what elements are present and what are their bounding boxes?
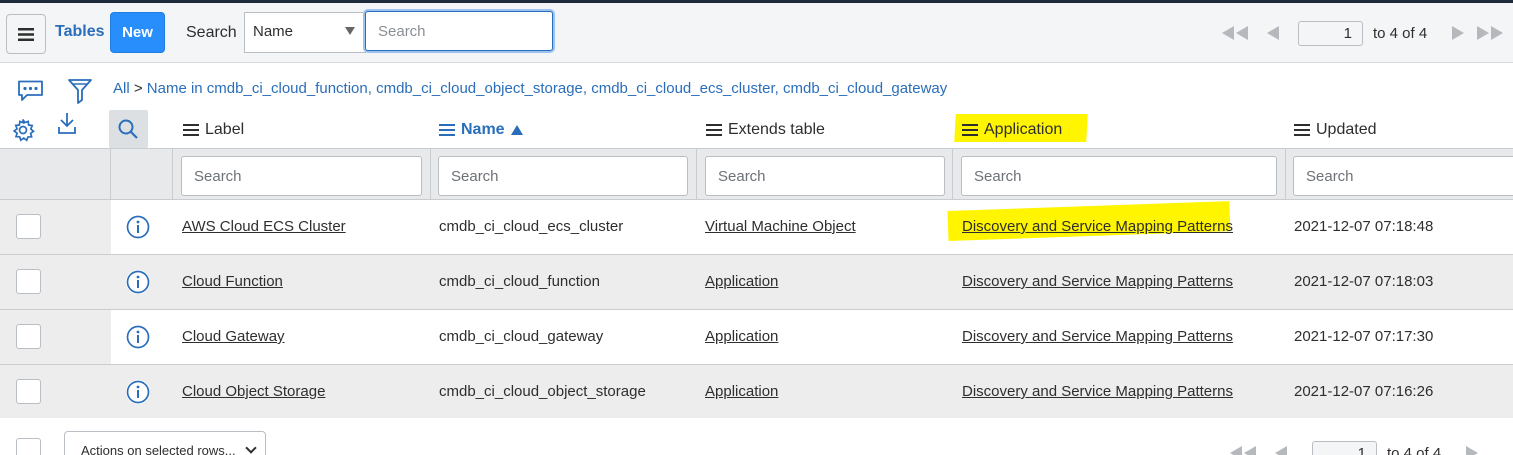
row-extends-link[interactable]: Application [705, 383, 778, 400]
row-application-link[interactable]: Discovery and Service Mapping Patterns [962, 273, 1233, 290]
column-divider [696, 149, 697, 199]
first-page-icon[interactable] [1220, 26, 1250, 40]
search-input[interactable] [365, 11, 553, 51]
column-menu-icon[interactable] [962, 124, 978, 136]
column-divider [172, 149, 173, 199]
select-all-checkbox[interactable] [16, 438, 41, 455]
row-extends-link[interactable]: Virtual Machine Object [705, 218, 856, 235]
row-application-link[interactable]: Discovery and Service Mapping Patterns [962, 383, 1233, 400]
footer-pager: 1 to 4 of 4 [1228, 440, 1479, 455]
search-field-select[interactable]: Name [244, 12, 366, 53]
filter-label-input[interactable] [181, 156, 422, 196]
search-icon [118, 119, 138, 139]
row-label-link[interactable]: Cloud Gateway [182, 328, 285, 345]
next-page-icon[interactable] [1465, 446, 1479, 455]
column-header-name-text: Name [461, 121, 505, 138]
next-page-icon[interactable] [1451, 26, 1465, 40]
column-header-application[interactable]: Application [962, 118, 1062, 142]
search-field-value: Name [253, 23, 294, 40]
column-header-name[interactable]: Name [439, 118, 523, 142]
column-header-extends[interactable]: Extends table [706, 118, 825, 142]
hamburger-icon [18, 27, 34, 41]
breadcrumb-condition[interactable]: Name in cmdb_ci_cloud_function, cmdb_ci_… [147, 80, 947, 97]
column-menu-icon[interactable] [439, 124, 455, 136]
dropdown-caret-icon [345, 27, 355, 35]
actions-select-value: Actions on selected rows... [81, 443, 236, 455]
header-pager: 1 to 4 of 4 [1220, 20, 1505, 46]
breadcrumb-separator: > [133, 80, 143, 97]
row-updated: 2021-12-07 07:17:30 [1294, 328, 1434, 345]
column-divider [430, 149, 431, 199]
footer-page-number-input[interactable]: 1 [1312, 440, 1377, 455]
filter-updated-input[interactable] [1293, 156, 1513, 196]
column-header-application-text: Application [984, 121, 1063, 138]
row-application-link[interactable]: Discovery and Service Mapping Patterns [962, 218, 1233, 235]
search-label: Search [186, 24, 237, 41]
row-checkbox[interactable] [16, 324, 41, 349]
filter-extends-input[interactable] [705, 156, 945, 196]
info-icon[interactable] [126, 215, 150, 239]
row-name: cmdb_ci_cloud_ecs_cluster [439, 218, 624, 235]
row-updated: 2021-12-07 07:18:48 [1294, 218, 1434, 235]
row-updated: 2021-12-07 07:18:03 [1294, 273, 1434, 290]
prev-page-icon[interactable] [1274, 446, 1288, 455]
prev-page-icon[interactable] [1266, 26, 1280, 40]
breadcrumb: All > Name in cmdb_ci_cloud_function, cm… [113, 80, 947, 97]
filter-name-input[interactable] [438, 156, 688, 196]
column-divider [952, 149, 953, 199]
column-divider [110, 149, 111, 199]
column-divider [1285, 149, 1286, 199]
info-icon[interactable] [126, 380, 150, 404]
column-header-label[interactable]: Label [183, 118, 244, 142]
table-row[interactable]: Cloud Object Storage cmdb_ci_cloud_objec… [0, 365, 1513, 419]
new-button[interactable]: New [110, 12, 165, 53]
column-header-updated[interactable]: Updated [1294, 118, 1377, 142]
footer-page-range-text: to 4 of 4 [1387, 444, 1442, 455]
first-page-icon[interactable] [1228, 446, 1258, 455]
table-row[interactable]: Cloud Gateway cmdb_ci_cloud_gateway Appl… [0, 310, 1513, 365]
row-updated: 2021-12-07 07:16:26 [1294, 383, 1434, 400]
column-menu-icon[interactable] [183, 124, 199, 136]
filter-application-input[interactable] [961, 156, 1277, 196]
row-application-link[interactable]: Discovery and Service Mapping Patterns [962, 328, 1233, 345]
row-extends-link[interactable]: Application [705, 328, 778, 345]
row-label-link[interactable]: Cloud Function [182, 273, 283, 290]
row-label-link[interactable]: Cloud Object Storage [182, 383, 325, 400]
column-menu-icon[interactable] [1294, 124, 1310, 136]
info-icon[interactable] [126, 325, 150, 349]
list-footer: Actions on selected rows... 1 to 4 of 4 [0, 418, 1513, 455]
row-name: cmdb_ci_cloud_gateway [439, 328, 604, 345]
column-menu-icon[interactable] [706, 124, 722, 136]
chevron-down-icon [245, 442, 257, 454]
column-header-updated-text: Updated [1316, 121, 1377, 138]
row-extends-link[interactable]: Application [705, 273, 778, 290]
last-page-icon[interactable] [1475, 26, 1505, 40]
list-menu-button[interactable] [6, 14, 46, 54]
row-checkbox[interactable] [16, 214, 41, 239]
sort-ascending-icon [510, 125, 523, 135]
info-icon[interactable] [126, 270, 150, 294]
row-checkbox[interactable] [16, 269, 41, 294]
funnel-icon[interactable] [68, 78, 92, 104]
column-header-extends-text: Extends table [728, 121, 825, 138]
actions-select[interactable]: Actions on selected rows... [64, 431, 266, 455]
column-header-label-text: Label [205, 121, 245, 138]
column-search-toggle[interactable] [109, 110, 148, 148]
row-label-link[interactable]: AWS Cloud ECS Cluster [182, 218, 346, 235]
breadcrumb-all[interactable]: All [113, 80, 130, 97]
row-name: cmdb_ci_cloud_object_storage [439, 383, 646, 400]
page-number-input[interactable]: 1 [1298, 20, 1363, 46]
table-row[interactable]: AWS Cloud ECS Cluster cmdb_ci_cloud_ecs_… [0, 200, 1513, 255]
list-title[interactable]: Tables [55, 23, 105, 41]
page-range-text: to 4 of 4 [1373, 24, 1428, 42]
row-name: cmdb_ci_cloud_function [439, 273, 600, 290]
table-row[interactable]: Cloud Function cmdb_ci_cloud_function Ap… [0, 255, 1513, 310]
column-filter-row [0, 148, 1513, 200]
download-icon[interactable] [57, 112, 77, 136]
gear-icon[interactable] [11, 118, 35, 142]
list-header: Tables New Search Name 1 to 4 of 4 [0, 3, 1513, 63]
row-checkbox[interactable] [16, 379, 41, 404]
chat-icon[interactable] [17, 80, 44, 102]
